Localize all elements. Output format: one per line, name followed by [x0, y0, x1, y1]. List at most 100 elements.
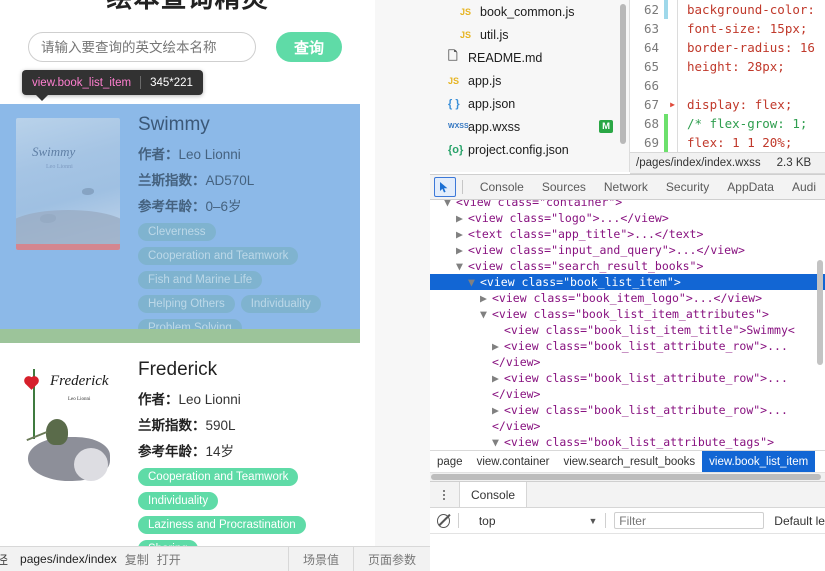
- miniprogram-page: 绘本查询精灵 查询 Swimmy Leo Lionni: [0, 0, 375, 548]
- file-tree-item[interactable]: { } app.json: [430, 92, 629, 115]
- book-tag[interactable]: Cleverness: [138, 223, 216, 241]
- breadcrumb-item-search-result-books[interactable]: view.search_result_books: [556, 451, 702, 472]
- breadcrumb: page view.container view.search_result_b…: [430, 450, 825, 472]
- fold-triangle-icon[interactable]: ▶: [668, 100, 677, 109]
- code-line: 65 height: 28px;: [630, 57, 825, 76]
- file-name: app.js: [468, 73, 502, 88]
- dom-node[interactable]: </view>: [430, 418, 825, 434]
- code-text: height: 28px;: [687, 59, 785, 74]
- file-tree-item[interactable]: 🗋 README.md: [430, 46, 629, 69]
- console-log-levels[interactable]: Default le: [774, 514, 825, 528]
- book-author-row: 作者：Leo Lionni: [138, 388, 360, 408]
- console-context-select[interactable]: top ▼: [479, 514, 598, 528]
- dom-node-selected[interactable]: ▼ <view class="book_list_item">: [430, 274, 825, 290]
- tab-sources[interactable]: Sources: [533, 175, 595, 199]
- breadcrumb-item-page[interactable]: page: [430, 451, 470, 472]
- book-tag[interactable]: Helping Others: [138, 295, 235, 313]
- expand-arrow-icon[interactable]: ▶: [492, 402, 504, 418]
- dom-node[interactable]: ▶ <view class="book_list_attribute_row">.…: [430, 402, 825, 418]
- book-tag[interactable]: Cooperation and Teamwork: [138, 468, 299, 486]
- console-tabbar: Console: [430, 482, 825, 508]
- book-tag[interactable]: Problem Solving: [138, 319, 242, 337]
- tab-network[interactable]: Network: [595, 175, 657, 199]
- inspector-tooltip: view.book_list_item 345*221: [22, 70, 203, 101]
- diff-marker: [664, 0, 668, 19]
- dom-node[interactable]: ▶ <view class="logo">...</view>: [430, 210, 825, 226]
- line-number: 64: [643, 40, 659, 55]
- breadcrumb-item-book-list-item[interactable]: view.book_list_item: [702, 451, 816, 472]
- console-drawer: Console top ▼ Default le: [430, 481, 825, 571]
- dom-tree[interactable]: ▼ <view class="container"> ▶ <view class="…: [430, 200, 825, 450]
- expand-arrow-icon[interactable]: ▶: [480, 290, 492, 306]
- file-tree-scrollbar[interactable]: [620, 4, 626, 144]
- file-tree-item[interactable]: {o} project.config.json: [430, 138, 629, 161]
- age-label: 参考年龄：: [138, 444, 206, 459]
- book-list-item[interactable]: Frederick Leo Lionni Frederick 作者：Leo Li…: [0, 349, 360, 548]
- dom-node[interactable]: ▶ <view class="input_and_query">...</view…: [430, 242, 825, 258]
- expand-arrow-icon[interactable]: ▶: [456, 210, 468, 226]
- expand-arrow-icon[interactable]: ▶: [492, 338, 504, 354]
- file-tree-item[interactable]: JS util.js: [430, 23, 629, 46]
- dom-node[interactable]: ▶ <view class="book_list_attribute_row">.…: [430, 370, 825, 386]
- expand-arrow-icon[interactable]: ▼: [444, 200, 456, 210]
- inspect-element-icon[interactable]: [434, 177, 456, 197]
- code-editor[interactable]: 62 background-color: 63 font-size: 15px;…: [630, 0, 825, 152]
- expand-arrow-icon[interactable]: ▼: [492, 434, 504, 450]
- age-label: 参考年龄：: [138, 199, 206, 214]
- dom-node[interactable]: ▼ <view class="book_list_attribute_tags">: [430, 434, 825, 450]
- mouse-tail: [26, 430, 48, 442]
- open-path-button[interactable]: 打开: [157, 551, 181, 568]
- tab-security[interactable]: Security: [657, 175, 718, 199]
- dom-node[interactable]: </view>: [430, 354, 825, 370]
- book-list-item[interactable]: Swimmy Leo Lionni Swimmy 作者：Leo Lionni 兰…: [0, 104, 360, 343]
- file-explorer[interactable]: JS book_common.js JS util.js 🗋 README.md…: [430, 0, 630, 172]
- file-tree-item[interactable]: JS app.js: [430, 69, 629, 92]
- expand-arrow-icon[interactable]: ▼: [468, 274, 480, 290]
- dom-node-text: <view class="book_list_attribute_tags">: [504, 435, 775, 449]
- dom-node-text: <view class="container">: [456, 200, 623, 209]
- clear-console-icon[interactable]: [437, 513, 450, 528]
- copy-path-button[interactable]: 复制: [125, 551, 149, 568]
- expand-arrow-icon[interactable]: ▶: [456, 226, 468, 242]
- dom-node[interactable]: ▶ <text class="app_title">...</text>: [430, 226, 825, 242]
- expand-arrow-icon[interactable]: ▼: [456, 258, 468, 274]
- page-params-button[interactable]: 页面参数: [352, 547, 430, 571]
- tab-audits[interactable]: Audi: [783, 175, 825, 199]
- book-tag[interactable]: Laziness and Procrastination: [138, 516, 306, 534]
- scrollbar-thumb[interactable]: [431, 474, 821, 480]
- tab-console[interactable]: Console: [471, 175, 533, 199]
- dom-node[interactable]: </view>: [430, 386, 825, 402]
- book-tag[interactable]: Individuality: [240, 295, 321, 313]
- expand-arrow-icon[interactable]: ▶: [492, 370, 504, 386]
- dom-node[interactable]: ▶ <view class="book_item_logo">...</view>: [430, 290, 825, 306]
- more-options-icon[interactable]: [435, 489, 453, 500]
- file-tree-item[interactable]: JS book_common.js: [430, 0, 629, 23]
- toolbar-divider: [457, 513, 459, 528]
- query-button[interactable]: 查询: [276, 32, 342, 62]
- tab-console-drawer[interactable]: Console: [459, 482, 528, 507]
- expand-arrow-icon[interactable]: ▼: [480, 306, 492, 322]
- dom-node[interactable]: ▼ <view class="container">: [430, 200, 825, 210]
- dom-node-text: <view class="input_and_query">...</view>: [468, 243, 745, 257]
- book-tag[interactable]: Fish and Marine Life: [138, 271, 263, 289]
- tab-appdata[interactable]: AppData: [718, 175, 783, 199]
- dom-node-text: <view class="book_list_item">: [480, 275, 681, 289]
- console-filter-input[interactable]: [614, 512, 765, 529]
- dom-node[interactable]: <view class="book_list_item_title">Swimm…: [430, 322, 825, 338]
- scene-value-button[interactable]: 场景值: [287, 547, 353, 571]
- dom-node[interactable]: ▶ <view class="book_list_attribute_row">.…: [430, 338, 825, 354]
- book-tag[interactable]: Cooperation and Teamwork: [138, 247, 299, 265]
- dom-node[interactable]: ▼ <view class="search_result_books">: [430, 258, 825, 274]
- dom-tree-scrollbar[interactable]: [817, 260, 823, 365]
- file-tree-item[interactable]: WXSS app.wxss M: [430, 115, 629, 138]
- book-tag[interactable]: Individuality: [138, 492, 219, 510]
- dom-node-text: <view class="book_list_attribute_row">..…: [504, 403, 788, 417]
- breadcrumb-horizontal-scrollbar[interactable]: [430, 472, 825, 481]
- dom-node-text: <view class="book_list_attribute_row">..…: [504, 371, 788, 385]
- statusbar-lead-label: 径: [0, 552, 9, 567]
- search-input[interactable]: [28, 32, 256, 62]
- dom-node[interactable]: ▼ <view class="book_list_item_attributes"…: [430, 306, 825, 322]
- expand-arrow-icon[interactable]: ▶: [456, 242, 468, 258]
- breadcrumb-item-container[interactable]: view.container: [470, 451, 557, 472]
- book-attributes: Swimmy 作者：Leo Lionni 兰斯指数：AD570L 参考年龄：0–…: [120, 106, 360, 337]
